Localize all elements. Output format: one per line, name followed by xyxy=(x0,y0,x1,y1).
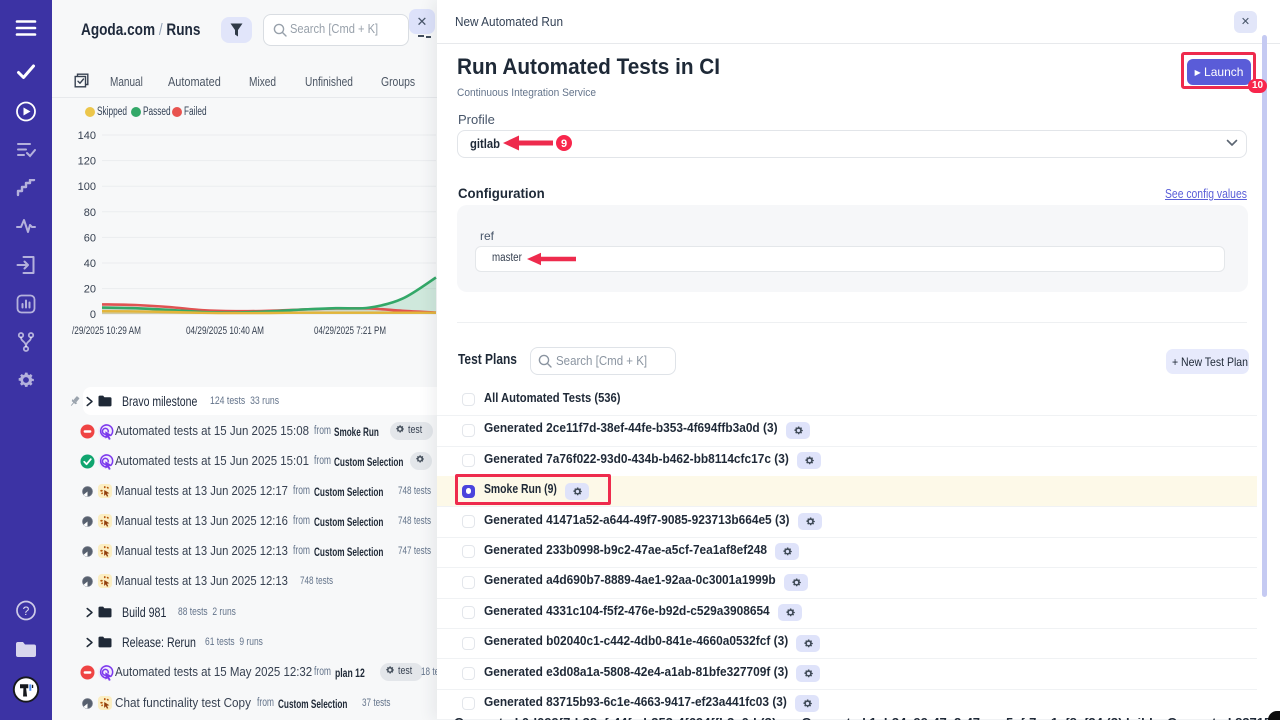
svg-text:9: 9 xyxy=(561,138,567,150)
svg-text:?: ? xyxy=(23,604,30,618)
